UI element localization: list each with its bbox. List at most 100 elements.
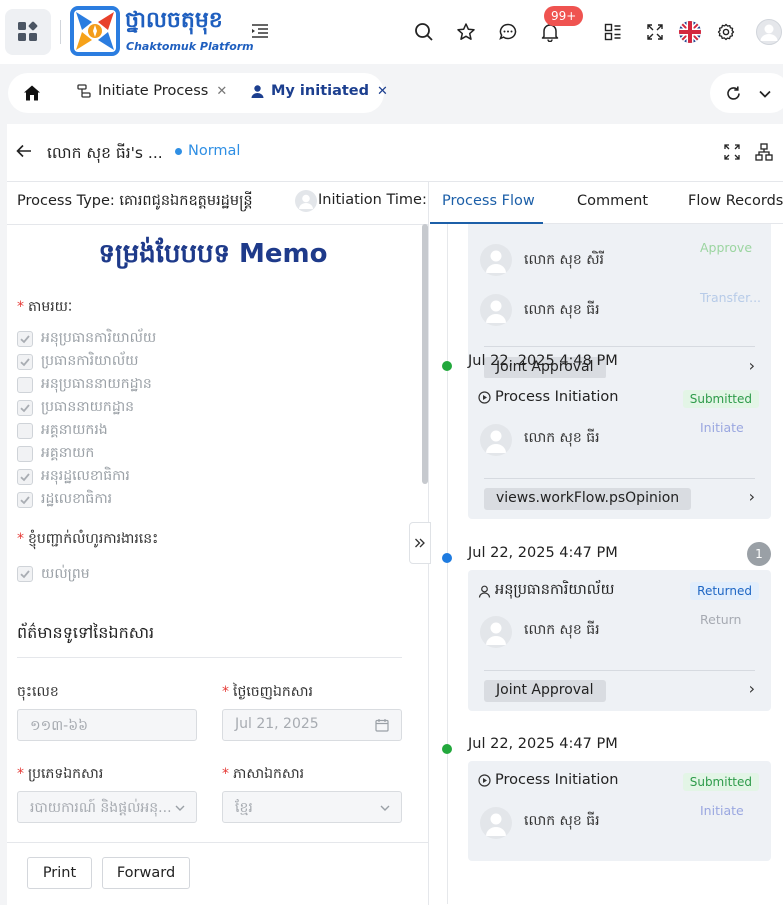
user-avatar[interactable] <box>756 19 782 45</box>
via-checkbox[interactable] <box>17 446 33 462</box>
page-tabs: Initiate Process ✕ My initiated ✕ <box>8 73 388 113</box>
chevron-right-icon[interactable]: › <box>749 679 755 698</box>
chevron-down-icon <box>175 805 185 811</box>
action-label: Return <box>700 612 742 627</box>
star-icon[interactable] <box>454 20 478 44</box>
tab-my-initiated[interactable]: My initiated ✕ <box>250 83 388 99</box>
document-header: លោក សុខ ធីរ's ... Normal <box>7 124 783 182</box>
chevron-down-icon <box>380 805 390 811</box>
process-icon <box>77 84 91 98</box>
via-label: * តាមរយៈ <box>17 299 73 315</box>
double-chevron-right-icon <box>415 538 425 548</box>
language-value: ខ្មែរ <box>235 800 253 816</box>
back-arrow-icon[interactable] <box>15 142 33 160</box>
step-date: Jul 22, 2025 4:48 PM <box>468 353 618 369</box>
flow-panel: Process Flow Comment Flow Records លោក សុ… <box>430 182 783 905</box>
via-checkbox[interactable] <box>17 469 33 485</box>
person-name: លោក សុខ ធីរ <box>524 622 600 638</box>
status-badge: Normal <box>175 143 240 159</box>
fullscreen-icon[interactable] <box>643 20 667 44</box>
expand-icon[interactable] <box>724 144 740 160</box>
via-option-label: អគ្គនាយក <box>41 445 95 461</box>
chevron-right-icon[interactable]: › <box>749 487 755 506</box>
via-option-label: ប្រធានការិយាល័យ <box>41 353 139 369</box>
main-panel: លោក សុខ ធីរ's ... Normal Process Type: គ… <box>7 124 783 905</box>
action-label: Initiate <box>700 803 744 818</box>
via-checkbox[interactable] <box>17 331 33 347</box>
confirm-label: * ខ្ញុំបញ្ជាក់លំហូរការងារនេះ <box>17 531 159 547</box>
chevron-down-icon[interactable] <box>757 86 773 102</box>
divider <box>484 478 755 479</box>
close-icon[interactable]: ✕ <box>377 84 388 99</box>
search-icon[interactable] <box>412 20 436 44</box>
via-checkbox[interactable] <box>17 492 33 508</box>
confirm-option-label: យល់ព្រម <box>41 566 90 582</box>
status-tag: Submitted <box>682 773 759 791</box>
timeline-dot <box>442 744 452 754</box>
logo-text-khmer: ថ្នាលចតុមុខ <box>125 8 223 33</box>
print-button[interactable]: Print <box>27 857 92 889</box>
user-icon <box>251 84 264 98</box>
chat-icon[interactable] <box>496 20 520 44</box>
tab-comment[interactable]: Comment <box>577 193 648 209</box>
via-option-label: អនុប្រធានការិយាល័យ <box>41 330 157 346</box>
via-checkbox[interactable] <box>17 423 33 439</box>
number-label: ចុះលេខ <box>17 684 59 700</box>
language-select[interactable]: ខ្មែរ <box>222 791 402 823</box>
via-option-label: អនុប្រធាននាយកដ្ឋាន <box>41 376 152 392</box>
step-date: Jul 22, 2025 4:47 PM <box>468 545 618 561</box>
tab-home[interactable] <box>22 83 42 103</box>
number-field[interactable]: ១១៣-៦៦ <box>17 709 197 741</box>
chevron-right-icon[interactable]: › <box>749 356 755 375</box>
forward-button[interactable]: Forward <box>102 857 190 889</box>
divider <box>7 224 428 225</box>
comment-count-badge: 1 <box>747 542 771 566</box>
close-icon[interactable]: ✕ <box>216 84 227 99</box>
brand-logo[interactable]: ថ្នាលចតុមុខ Chaktomuk Platform <box>70 6 254 58</box>
timeline-dot <box>442 361 452 371</box>
logo-mark-icon <box>70 6 120 56</box>
step-card: Process Initiation Submitted លោក សុខ ធីរ In… <box>468 378 771 519</box>
document-title: លោក សុខ ធីរ's ... <box>47 144 163 162</box>
via-option-label: ប្រធាននាយកដ្ឋាន <box>41 399 135 415</box>
via-option-label: រដ្ឋលេខាធិការ <box>41 491 113 507</box>
play-circle-icon <box>478 390 491 404</box>
form-footer: Print Forward <box>7 842 428 905</box>
form-title: ទម្រង់បែបបទ Memo <box>98 239 328 269</box>
issue-date-field[interactable]: Jul 21, 2025 <box>222 709 402 741</box>
step-title: អនុប្រធានការិយាល័យ <box>478 581 614 602</box>
menu-collapse-icon[interactable] <box>251 22 269 40</box>
settings-gear-icon[interactable] <box>714 20 738 44</box>
step-title: Process Initiation <box>478 389 618 405</box>
layout-icon[interactable] <box>601 20 625 44</box>
tab-label: My initiated <box>271 83 370 99</box>
scrollbar[interactable] <box>422 224 428 484</box>
language-flag-icon[interactable] <box>678 20 702 44</box>
doc-type-select[interactable]: របាយការណ៍ និងផ្តល់អនុ... <box>17 791 197 823</box>
step-card: Process Initiation Submitted លោក សុខ ធីរ In… <box>468 761 771 861</box>
app-grid-button[interactable] <box>5 9 51 55</box>
timeline-dot <box>442 553 452 563</box>
confirm-checkbox[interactable] <box>17 566 33 582</box>
tab-process-flow[interactable]: Process Flow <box>442 193 535 209</box>
avatar <box>295 190 317 212</box>
transfer-action: Transfer... <box>700 290 762 305</box>
via-checkbox[interactable] <box>17 400 33 416</box>
user-icon <box>478 585 491 598</box>
refresh-icon[interactable] <box>725 85 742 102</box>
timeline-line <box>447 224 448 904</box>
tab-flow-records[interactable]: Flow Records <box>688 193 783 209</box>
step-title: Process Initiation <box>478 772 618 788</box>
tab-initiate-process[interactable]: Initiate Process ✕ <box>76 83 227 99</box>
collapse-panel-button[interactable] <box>409 522 431 564</box>
org-chart-icon[interactable] <box>755 143 773 161</box>
approve-action: Approve <box>700 240 753 255</box>
via-checkbox[interactable] <box>17 377 33 393</box>
via-checkbox[interactable] <box>17 354 33 370</box>
issue-date-value: Jul 21, 2025 <box>235 716 319 732</box>
via-option-label: អគ្គនាយករង <box>41 422 108 438</box>
avatar <box>480 807 512 839</box>
via-option-label: អនុរដ្ឋលេខាធិការ <box>41 468 130 484</box>
process-type-label: Process Type: <box>17 193 115 209</box>
avatar <box>480 616 512 648</box>
